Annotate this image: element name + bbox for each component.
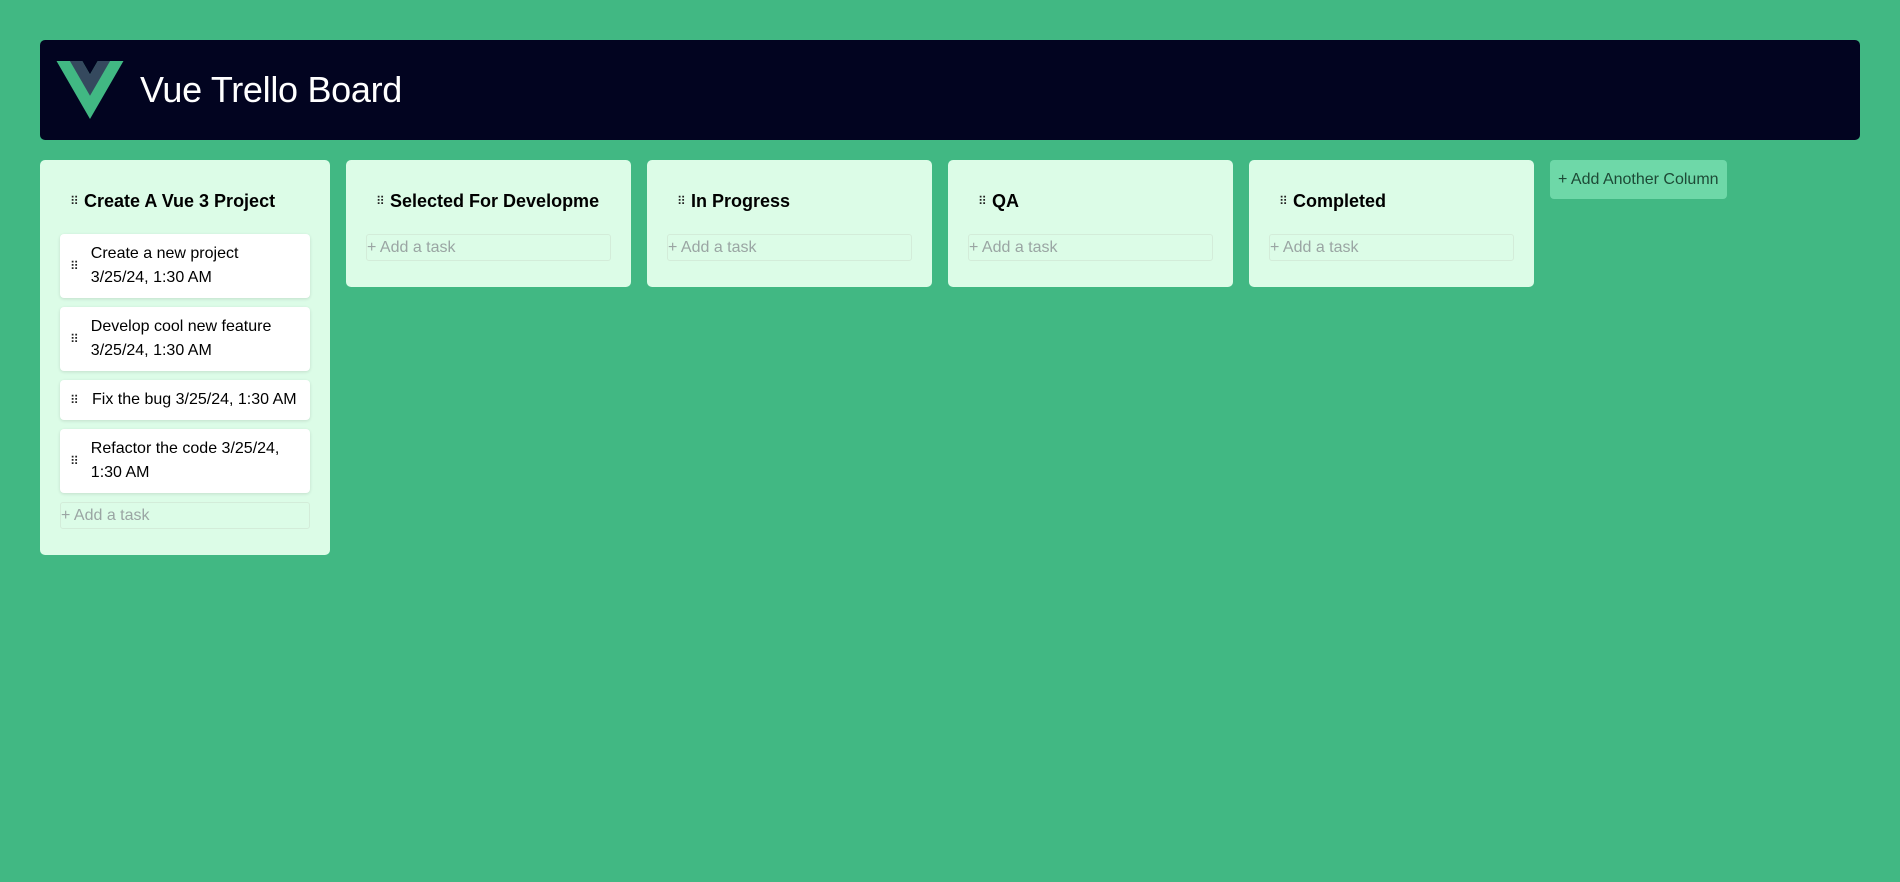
app: Vue Trello Board ⠿ ⠿ Create a new projec…	[40, 40, 1860, 555]
task-text: Create a new project 3/25/24, 1:30 AM	[91, 242, 298, 290]
task-card[interactable]: ⠿ Refactor the code 3/25/24, 1:30 AM	[60, 429, 310, 493]
task-list: ⠿ Create a new project 3/25/24, 1:30 AM …	[60, 234, 310, 493]
drag-handle-icon[interactable]: ⠿	[1279, 195, 1289, 207]
column: ⠿ ⠿ Create a new project 3/25/24, 1:30 A…	[40, 160, 330, 555]
column-header: ⠿	[60, 188, 310, 214]
task-date: 3/25/24, 1:30 AM	[90, 269, 212, 286]
column-title-input[interactable]	[1293, 190, 1503, 212]
drag-handle-icon[interactable]: ⠿	[70, 455, 79, 467]
app-title: Vue Trello Board	[140, 69, 403, 110]
add-column-button[interactable]: + Add Another Column	[1550, 160, 1727, 199]
task-text: Develop cool new feature 3/25/24, 1:30 A…	[91, 315, 298, 363]
column-header: ⠿	[968, 188, 1213, 214]
column: ⠿	[948, 160, 1233, 287]
add-task-input[interactable]	[968, 234, 1213, 261]
task-card[interactable]: ⠿ Create a new project 3/25/24, 1:30 AM	[60, 234, 310, 298]
column-title-input[interactable]	[84, 190, 294, 212]
app-header: Vue Trello Board	[40, 40, 1860, 140]
drag-handle-icon[interactable]: ⠿	[677, 195, 687, 207]
add-task-input[interactable]	[1269, 234, 1514, 261]
board: ⠿ ⠿ Create a new project 3/25/24, 1:30 A…	[40, 160, 1860, 555]
vue-logo-icon	[56, 61, 124, 119]
column-header: ⠿	[667, 188, 912, 214]
task-title: Fix the bug	[92, 391, 172, 408]
drag-handle-icon[interactable]: ⠿	[70, 260, 79, 272]
task-text: Refactor the code 3/25/24, 1:30 AM	[91, 437, 298, 485]
column: ⠿	[647, 160, 932, 287]
drag-handle-icon[interactable]: ⠿	[70, 333, 79, 345]
column-title-input[interactable]	[992, 190, 1202, 212]
column-title-input[interactable]	[390, 190, 600, 212]
task-card[interactable]: ⠿ Develop cool new feature 3/25/24, 1:30…	[60, 307, 310, 371]
drag-handle-icon[interactable]: ⠿	[70, 195, 80, 207]
task-title: Refactor the code	[90, 440, 218, 457]
add-task-input[interactable]	[366, 234, 611, 261]
task-title: Create a new project	[90, 245, 239, 262]
column-header: ⠿	[366, 188, 611, 214]
add-task-input[interactable]	[667, 234, 912, 261]
add-task-input[interactable]	[60, 502, 310, 529]
column: ⠿	[346, 160, 631, 287]
drag-handle-icon[interactable]: ⠿	[70, 394, 80, 406]
task-title: Develop cool new feature	[90, 318, 272, 335]
drag-handle-icon[interactable]: ⠿	[376, 195, 386, 207]
task-text: Fix the bug 3/25/24, 1:30 AM	[92, 388, 297, 412]
task-date: 3/25/24, 1:30 AM	[90, 342, 212, 359]
task-card[interactable]: ⠿ Fix the bug 3/25/24, 1:30 AM	[60, 380, 310, 420]
column-title-input[interactable]	[691, 190, 901, 212]
task-date: 3/25/24, 1:30 AM	[175, 391, 297, 408]
drag-handle-icon[interactable]: ⠿	[978, 195, 988, 207]
column: ⠿	[1249, 160, 1534, 287]
column-header: ⠿	[1269, 188, 1514, 214]
